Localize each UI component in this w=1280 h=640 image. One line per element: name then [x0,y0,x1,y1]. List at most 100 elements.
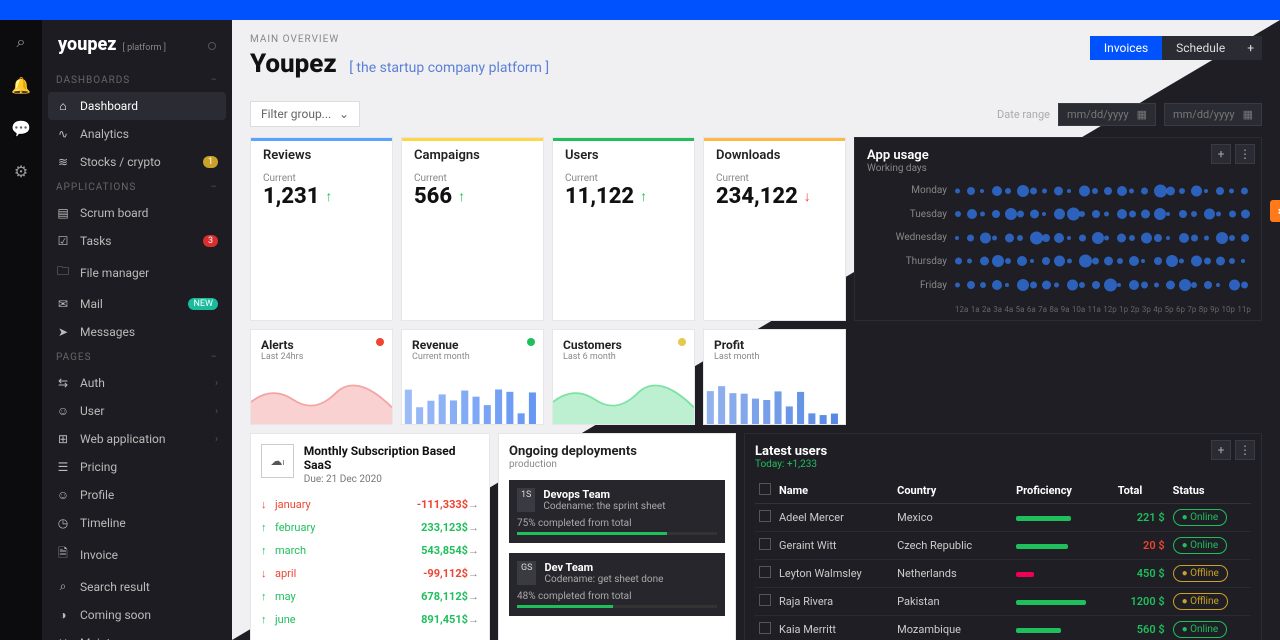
sidebar-item-maintenance[interactable]: ✕Maintenance [42,629,232,640]
sidebar-item-tasks[interactable]: ☑Tasks3 [42,227,232,255]
sidebar-item-web-application[interactable]: ⊞Web application› [42,425,232,453]
row-checkbox[interactable] [759,566,771,578]
sidebar-item-mail[interactable]: ✉MailNEW [42,290,232,318]
badge: 1 [203,156,218,168]
calendar-icon: ▦ [1243,108,1253,121]
nav-icon: ◑ [56,608,70,622]
arrow-up-icon: ↑ [458,188,465,205]
table-row[interactable]: Kaia MerrittMozambique560 $● Online [755,616,1251,640]
sidebar-item-analytics[interactable]: ∿Analytics [42,120,232,148]
invoices-button[interactable]: Invoices [1090,36,1162,60]
row-checkbox[interactable] [759,594,771,606]
usage-add-button[interactable]: + [1211,144,1231,164]
theme-dot-icon[interactable] [208,42,216,50]
row-checkbox[interactable] [759,622,771,634]
kpi-card-campaigns[interactable]: CampaignsCurrent566↑ [401,137,544,321]
add-user-button[interactable]: + [1211,440,1231,460]
proficiency-bar [1016,600,1086,605]
deploy-team[interactable]: GSDev TeamCodename: get sheet done48% co… [509,553,725,616]
deploy-team[interactable]: 1SDevops TeamCodename: the sprint sheet7… [509,480,725,543]
sidebar-item-search-result[interactable]: ⌕Search result [42,572,232,601]
arrow-up-icon: ↑ [261,544,275,557]
sidebar-item-file-manager[interactable]: 🗀File manager [42,255,232,290]
brand-tag: [ platform ] [122,43,166,53]
usage-menu-button[interactable]: ⋮ [1235,144,1255,164]
sidebar-item-timeline[interactable]: ◷Timeline [42,509,232,537]
chat-icon[interactable]: 💬 [11,119,31,138]
app-usage-card: +⋮App usageWorking daysMondayTuesdayWedn… [854,137,1262,321]
brand: youpez [ platform ] [42,20,232,69]
proficiency-bar [1016,572,1034,577]
nav-icon: ⌕ [56,579,70,594]
add-button[interactable]: + [1239,36,1262,60]
chevron-right-icon: › [215,434,218,445]
nav-icon: ⇆ [56,376,70,390]
mini-chart-customers[interactable]: CustomersLast 6 month [552,329,695,425]
table-row[interactable]: Geraint WittCzech Republic20 $● Online [755,532,1251,560]
settings-pip-icon[interactable]: ⚙ [1270,200,1280,222]
sidebar-item-coming-soon[interactable]: ◑Coming soon [42,601,232,629]
sidebar-item-user[interactable]: ☺User› [42,397,232,425]
sidebar-section: PAGES– [42,346,232,369]
kpi-card-reviews[interactable]: ReviewsCurrent1,231↑ [250,137,393,321]
schedule-button[interactable]: Schedule [1162,36,1239,60]
date-from-input[interactable]: mm/dd/yyyy▦ [1058,103,1156,126]
filter-group-select[interactable]: Filter group... ⌄ [250,101,360,127]
brand-name: youpez [58,34,116,55]
cloud-icon: ☁ₗ [261,444,294,478]
status-badge: ● Online [1173,537,1228,554]
nav-icon: ∿ [56,127,70,141]
month-row[interactable]: ↓april-99,112$ → [261,562,479,585]
gear-icon[interactable]: ⚙ [14,162,28,181]
status-dot-icon [527,338,535,346]
sidebar-item-pricing[interactable]: ☰Pricing [42,453,232,481]
status-badge: ● Online [1173,621,1228,638]
proficiency-bar [1016,516,1071,521]
arrow-up-icon: ↑ [640,188,647,205]
nav-icon: ☺ [56,404,70,418]
month-row[interactable]: ↑may678,112$ → [261,585,479,608]
arrow-up-icon: ↑ [325,188,332,205]
sidebar-item-auth[interactable]: ⇆Auth› [42,369,232,397]
row-checkbox[interactable] [759,538,771,550]
month-row[interactable]: ↑march543,854$ → [261,539,479,562]
table-row[interactable]: Adeel MercerMexico221 $● Online [755,504,1251,532]
kpi-card-users[interactable]: UsersCurrent11,122↑ [552,137,695,321]
icon-rail: ⌕ 🔔 💬 ⚙ [0,20,42,640]
status-dot-icon [678,338,686,346]
sidebar-section: DASHBOARDS– [42,69,232,92]
nav-icon: ✕ [56,636,70,640]
month-row[interactable]: ↓january-111,333$ → [261,493,479,516]
sidebar-item-scrum-board[interactable]: ▤Scrum board [42,199,232,227]
nav-icon: ☰ [56,460,70,474]
sidebar-item-stocks-crypto[interactable]: ≋Stocks / crypto1 [42,148,232,176]
kpi-card-downloads[interactable]: DownloadsCurrent234,122↓ [703,137,846,321]
row-checkbox[interactable] [759,510,771,522]
table-row[interactable]: Leyton WalmsleyNetherlands450 $● Offline [755,560,1251,588]
month-row[interactable]: ↑february233,123$ → [261,516,479,539]
sidebar-section: APPLICATIONS– [42,176,232,199]
users-menu-button[interactable]: ⋮ [1235,440,1255,460]
arrow-up-icon: ↑ [261,590,275,603]
date-to-input[interactable]: mm/dd/yyyy▦ [1164,103,1262,126]
month-row[interactable]: ↑june891,451$ → [261,608,479,631]
chevron-right-icon: › [215,378,218,389]
mini-chart-alerts[interactable]: AlertsLast 24hrs [250,329,393,425]
sidebar-item-messages[interactable]: ➤Messages [42,318,232,346]
bell-icon[interactable]: 🔔 [11,76,31,95]
select-all-checkbox[interactable] [759,483,771,495]
search-icon[interactable]: ⌕ [17,32,26,52]
mini-chart-profit[interactable]: ProfitLast month [703,329,846,425]
table-row[interactable]: Raja RiveraPakistan1200 $● Offline [755,588,1251,616]
arrow-down-icon: ↓ [261,567,275,580]
nav-icon: ⌂ [56,99,70,113]
status-badge: ● Offline [1173,565,1228,582]
sidebar-item-profile[interactable]: ☺Profile [42,481,232,509]
sidebar-item-invoice[interactable]: 🗎Invoice [42,537,232,572]
arrow-down-icon: ↓ [261,498,275,511]
arrow-right-icon: → [468,590,479,603]
nav-icon: 🗎 [56,544,70,565]
sidebar-item-dashboard[interactable]: ⌂Dashboard [48,92,226,120]
arrow-up-icon: ↑ [261,521,275,534]
mini-chart-revenue[interactable]: RevenueCurrent month [401,329,544,425]
